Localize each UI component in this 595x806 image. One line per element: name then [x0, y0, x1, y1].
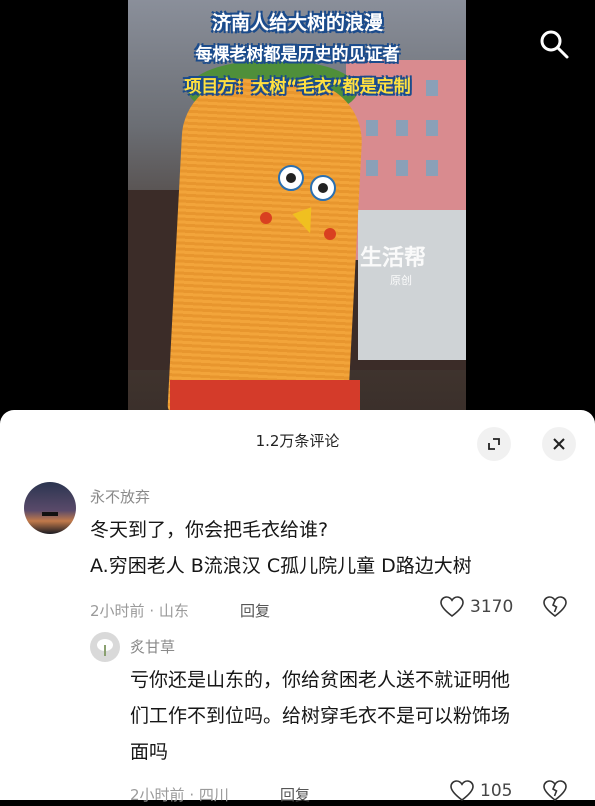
- comment-text-line: 们工作不到位吗。给树穿毛衣不是可以粉饰场: [130, 705, 511, 727]
- comment-meta: 2小时前 · 山东: [90, 600, 189, 621]
- avatar[interactable]: [24, 482, 76, 534]
- comment-text-line: 面吗: [130, 741, 169, 763]
- comment-location: 四川: [198, 786, 229, 804]
- expand-icon: [488, 438, 500, 450]
- meta-separator: ·: [189, 786, 195, 804]
- reply-button[interactable]: 回复: [280, 784, 310, 805]
- knitted-tree-trunk: [167, 75, 365, 420]
- search-icon[interactable]: [538, 28, 570, 60]
- comment-time: 2小时前: [90, 602, 145, 620]
- tree-left-eye: [278, 165, 304, 191]
- expand-button[interactable]: [477, 427, 511, 461]
- watermark-brand: 生活帮: [360, 246, 427, 271]
- tree-left-cheek: [260, 212, 272, 224]
- like-button[interactable]: 105: [450, 780, 512, 802]
- watermark-sub: 原创: [390, 274, 412, 287]
- video-caption-subtitle: 每棵老树都是历史的见证者: [195, 45, 400, 65]
- video-caption-note: 项目方：大树“毛衣”都是定制: [184, 77, 411, 97]
- like-count: 105: [480, 781, 513, 801]
- close-button[interactable]: [542, 427, 576, 461]
- meta-separator: ·: [149, 602, 155, 620]
- heart-icon: [440, 596, 464, 618]
- video-caption-title: 济南人给大树的浪漫: [211, 12, 383, 34]
- comments-sheet: 1.2万条评论 永不放弃 冬天到了，你会把毛衣给谁? A.穷困老人 B流浪汉 C…: [0, 410, 595, 804]
- reply-button[interactable]: 回复: [240, 600, 270, 621]
- like-button[interactable]: 3170: [440, 596, 513, 618]
- comment-text-line: A.穷困老人 B流浪汉 C孤儿院儿童 D路边大树: [90, 555, 472, 577]
- comment-meta: 2小时前 · 四川: [130, 784, 229, 805]
- comment-username[interactable]: 炙甘草: [130, 636, 175, 657]
- dislike-button[interactable]: [543, 596, 567, 622]
- comment-text-line: 亏你还是山东的，你给贫困老人送不就证明他: [130, 669, 511, 691]
- avatar[interactable]: [90, 632, 120, 662]
- comment-time: 2小时前: [130, 786, 185, 804]
- tree-right-eye: [310, 175, 336, 201]
- heart-icon: [450, 780, 474, 802]
- dislike-button[interactable]: [543, 780, 567, 806]
- comment-username[interactable]: 永不放弃: [90, 486, 150, 507]
- video-watermark: 生活帮 原创: [360, 240, 426, 288]
- broken-heart-icon: [543, 780, 567, 802]
- video-player[interactable]: 济南人给大树的浪漫 每棵老树都是历史的见证者 项目方：大树“毛衣”都是定制 生活…: [0, 0, 595, 420]
- close-icon: [553, 438, 565, 450]
- comment-text-line: 冬天到了，你会把毛衣给谁?: [90, 519, 329, 541]
- broken-heart-icon: [543, 596, 567, 618]
- like-count: 3170: [470, 597, 514, 617]
- comment-location: 山东: [158, 602, 189, 620]
- tree-right-cheek: [324, 228, 336, 240]
